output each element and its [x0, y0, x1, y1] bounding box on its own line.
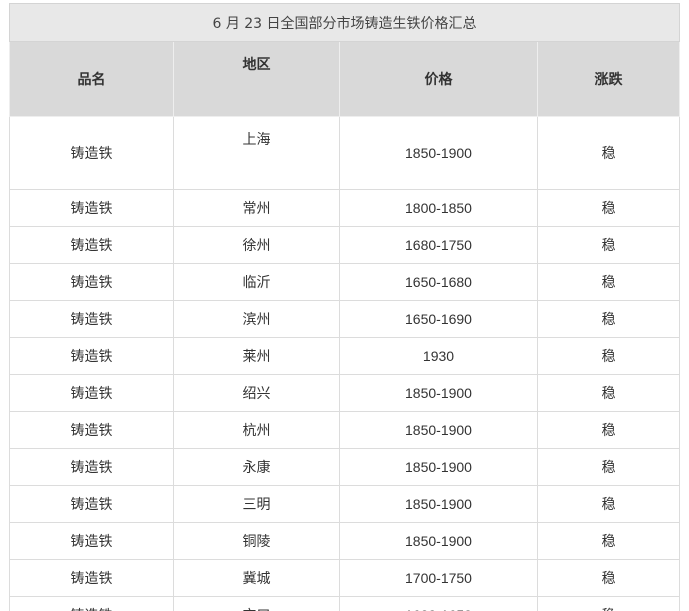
region-cell: 滨州 [173, 300, 340, 338]
price-cell: 1800-1850 [339, 189, 538, 227]
table-row: 铸造铁 绍兴 1850-1900 稳 [9, 374, 681, 412]
change-cell: 稳 [536, 189, 681, 227]
price-cell: 1930 [339, 337, 538, 375]
product-cell: 铸造铁 [9, 596, 174, 611]
change-cell: 稳 [536, 116, 681, 190]
product-cell: 铸造铁 [9, 189, 174, 227]
region-cell: 交口 [173, 596, 340, 611]
region-cell: 莱州 [173, 337, 340, 375]
price-cell: 1850-1900 [339, 116, 538, 190]
table-row: 铸造铁 常州 1800-1850 稳 [9, 189, 681, 227]
product-cell: 铸造铁 [9, 337, 174, 375]
header-row: 品名 地区 价格 涨跌 [9, 41, 681, 117]
product-cell: 铸造铁 [9, 263, 174, 301]
table-row: 铸造铁 杭州 1850-1900 稳 [9, 411, 681, 449]
price-table: 6 月 23 日全国部分市场铸造生铁价格汇总 品名 地区 价格 涨跌 铸造铁 上海… [8, 3, 681, 611]
change-cell: 稳 [536, 559, 681, 597]
table-row: 铸造铁 永康 1850-1900 稳 [9, 448, 681, 486]
price-cell: 1850-1900 [339, 374, 538, 412]
region-cell: 临沂 [173, 263, 340, 301]
column-header-product: 品名 [9, 41, 174, 117]
change-cell: 稳 [536, 411, 681, 449]
column-header-change: 涨跌 [536, 41, 681, 117]
region-cell: 永康 [173, 448, 340, 486]
product-cell: 铸造铁 [9, 300, 174, 338]
table-title: 6 月 23 日全国部分市场铸造生铁价格汇总 [8, 3, 681, 42]
product-cell: 铸造铁 [9, 485, 174, 523]
price-cell: 1850-1900 [339, 411, 538, 449]
region-cell: 铜陵 [173, 522, 340, 560]
region-cell: 三明 [173, 485, 340, 523]
change-cell: 稳 [536, 448, 681, 486]
region-cell: 冀城 [173, 559, 340, 597]
table-row: 铸造铁 铜陵 1850-1900 稳 [9, 522, 681, 560]
price-cell: 1700-1750 [339, 559, 538, 597]
column-header-price: 价格 [339, 41, 538, 117]
page: 6 月 23 日全国部分市场铸造生铁价格汇总 品名 地区 价格 涨跌 铸造铁 上海… [0, 0, 689, 611]
table-row: 铸造铁 滨州 1650-1690 稳 [9, 300, 681, 338]
table-row: 铸造铁交口1600-1650稳 [9, 596, 681, 611]
price-cell: 1850-1900 [339, 522, 538, 560]
table-row: 铸造铁 徐州 1680-1750 稳 [9, 226, 681, 264]
table-row: 铸造铁 莱州 1930 稳 [9, 337, 681, 375]
change-cell: 稳 [536, 522, 681, 560]
price-cell: 1650-1690 [339, 300, 538, 338]
product-cell: 铸造铁 [9, 411, 174, 449]
change-cell: 稳 [536, 485, 681, 523]
product-cell: 铸造铁 [9, 559, 174, 597]
price-cell: 1850-1900 [339, 448, 538, 486]
region-cell: 杭州 [173, 411, 340, 449]
table-row: 铸造铁 上海 1850-1900 稳 [9, 116, 681, 190]
price-cell: 1650-1680 [339, 263, 538, 301]
change-cell: 稳 [536, 337, 681, 375]
table-row: 铸造铁 冀城 1700-1750 稳 [9, 559, 681, 597]
product-cell: 铸造铁 [9, 226, 174, 264]
table-caption-row: 6 月 23 日全国部分市场铸造生铁价格汇总 [8, 3, 681, 42]
region-cell: 绍兴 [173, 374, 340, 412]
product-cell: 铸造铁 [9, 374, 174, 412]
table-row: 铸造铁 临沂 1650-1680 稳 [9, 263, 681, 301]
column-header-region: 地区 [173, 41, 340, 117]
product-cell: 铸造铁 [9, 116, 174, 190]
change-cell: 稳 [536, 263, 681, 301]
price-cell: 1680-1750 [339, 226, 538, 264]
price-cell: 1850-1900 [339, 485, 538, 523]
table-row: 铸造铁 三明 1850-1900 稳 [9, 485, 681, 523]
change-cell: 稳 [536, 374, 681, 412]
product-cell: 铸造铁 [9, 448, 174, 486]
change-cell: 稳 [536, 300, 681, 338]
region-cell: 上海 [173, 116, 340, 190]
change-cell: 稳 [536, 596, 681, 611]
region-cell: 常州 [173, 189, 340, 227]
change-cell: 稳 [536, 226, 681, 264]
price-cell: 1600-1650 [339, 596, 538, 611]
product-cell: 铸造铁 [9, 522, 174, 560]
region-cell: 徐州 [173, 226, 340, 264]
